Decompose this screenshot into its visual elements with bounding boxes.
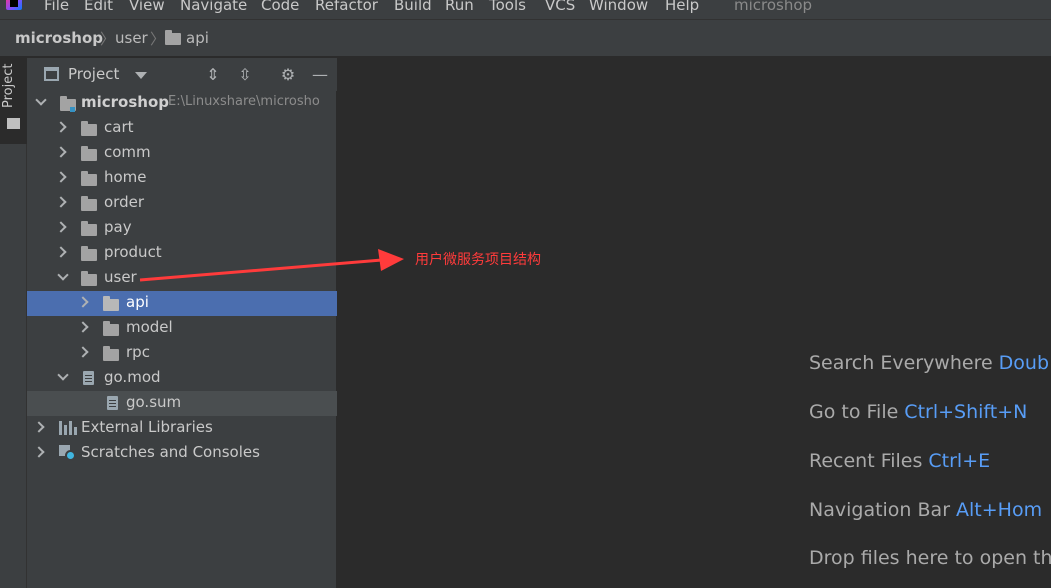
hint-shortcut: Doub (998, 352, 1050, 374)
hint-shortcut: Alt+Hom (956, 499, 1043, 521)
hint-shortcut: Ctrl+Shift+N (904, 401, 1028, 423)
hint-drop-files: Drop files here to open th (809, 547, 1051, 569)
hint-label: Drop files here to open th (809, 547, 1051, 569)
hint-label: Recent Files (809, 450, 923, 472)
hint-go-to-file: Go to File Ctrl+Shift+N (809, 401, 1027, 423)
hint-label: Navigation Bar (809, 499, 951, 521)
annotation-arrow-line (139, 258, 383, 282)
hint-recent-files: Recent Files Ctrl+E (809, 450, 990, 472)
annotation-text: 用户微服务项目结构 (415, 252, 541, 268)
hint-navigation-bar: Navigation Bar Alt+Hom (809, 499, 1042, 521)
hint-search-everywhere: Search Everywhere Doub (809, 352, 1049, 374)
hint-label: Go to File (809, 401, 899, 423)
hint-label: Search Everywhere (809, 352, 993, 374)
hint-shortcut: Ctrl+E (928, 450, 991, 472)
annotation-arrow-head (378, 249, 404, 271)
